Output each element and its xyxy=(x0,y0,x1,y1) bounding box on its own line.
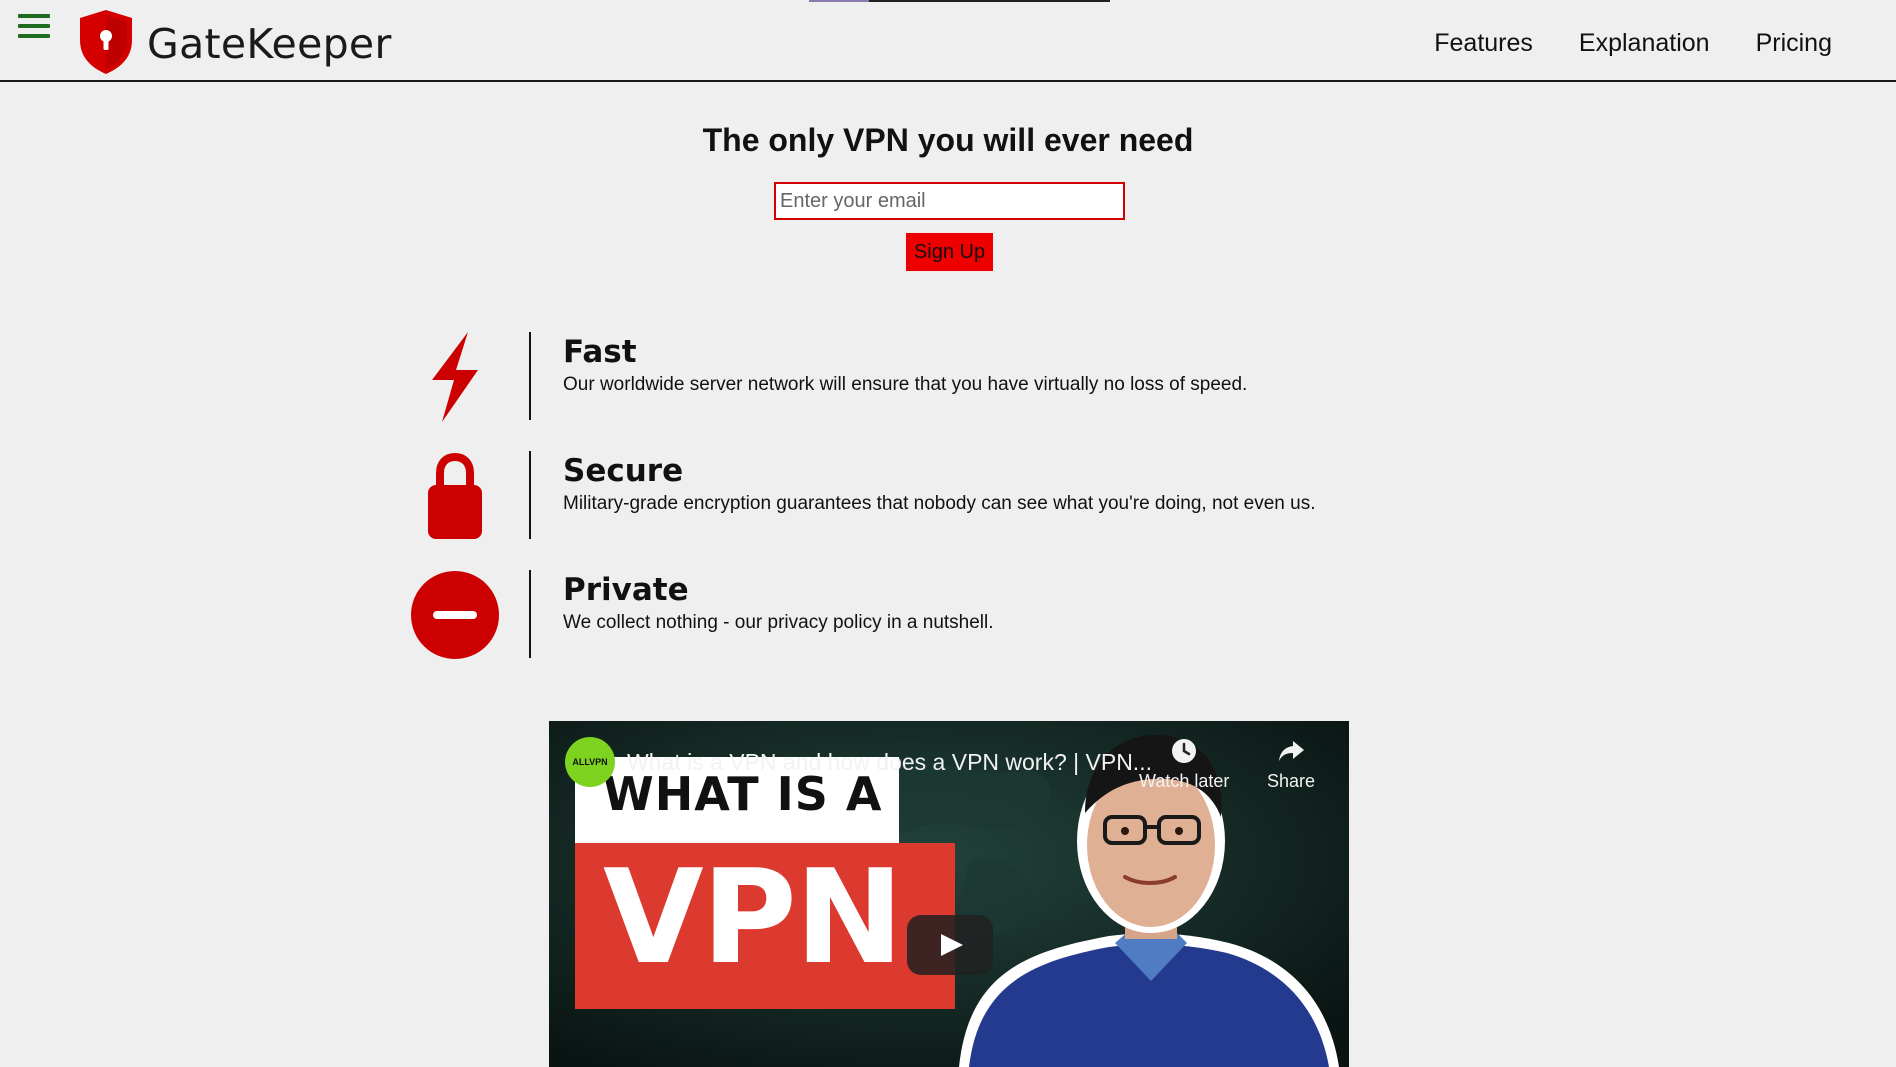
feature-divider xyxy=(529,332,531,420)
feature-description: We collect nothing - our privacy policy … xyxy=(563,612,994,633)
share-label: Share xyxy=(1267,771,1316,791)
nav-link-explanation[interactable]: Explanation xyxy=(1579,29,1710,58)
lightning-icon xyxy=(432,332,478,422)
nav-link-pricing[interactable]: Pricing xyxy=(1756,29,1832,58)
feature-secure: Secure Military-grade encryption guarant… xyxy=(400,451,1400,541)
play-icon xyxy=(941,934,963,956)
scroll-progress-bar xyxy=(809,0,1110,2)
thumbnail-vpn-text: VPN xyxy=(603,841,904,993)
lock-icon xyxy=(428,452,482,539)
nav-link-features[interactable]: Features xyxy=(1434,29,1533,58)
signup-button[interactable]: Sign Up xyxy=(906,233,993,271)
share-icon xyxy=(1279,741,1305,761)
video-title[interactable]: What is a VPN and how does a VPN work? |… xyxy=(627,749,1152,776)
feature-title: Private xyxy=(563,572,689,608)
feature-divider xyxy=(529,570,531,658)
feature-title: Fast xyxy=(563,334,637,370)
feature-private: Private We collect nothing - our privacy… xyxy=(400,570,1400,660)
clock-icon xyxy=(1172,739,1197,763)
watch-later-button[interactable]: Watch later xyxy=(1139,737,1229,792)
email-input[interactable] xyxy=(774,182,1125,220)
watch-later-label: Watch later xyxy=(1139,771,1230,791)
feature-title: Secure xyxy=(563,453,684,489)
play-button[interactable] xyxy=(907,915,993,975)
no-entry-icon xyxy=(411,571,499,659)
feature-description: Military-grade encryption guarantees tha… xyxy=(563,493,1316,514)
main-nav: Features Explanation Pricing xyxy=(1434,29,1832,58)
feature-divider xyxy=(529,451,531,539)
brand-name[interactable]: GateKeeper xyxy=(147,20,392,68)
share-button[interactable]: Share xyxy=(1267,737,1315,792)
feature-fast: Fast Our worldwide server network will e… xyxy=(400,332,1400,422)
shield-logo-icon xyxy=(80,10,132,74)
channel-avatar[interactable]: ALLVPN xyxy=(565,737,615,787)
top-navigation-bar: GateKeeper Features Explanation Pricing xyxy=(0,0,1896,82)
menu-icon[interactable] xyxy=(18,14,50,42)
feature-description: Our worldwide server network will ensure… xyxy=(563,374,1248,395)
video-embed[interactable]: WHAT IS A VPN ALLVPN What is a VPN and h… xyxy=(549,721,1349,1067)
hero-title: The only VPN you will ever need xyxy=(702,122,1194,158)
